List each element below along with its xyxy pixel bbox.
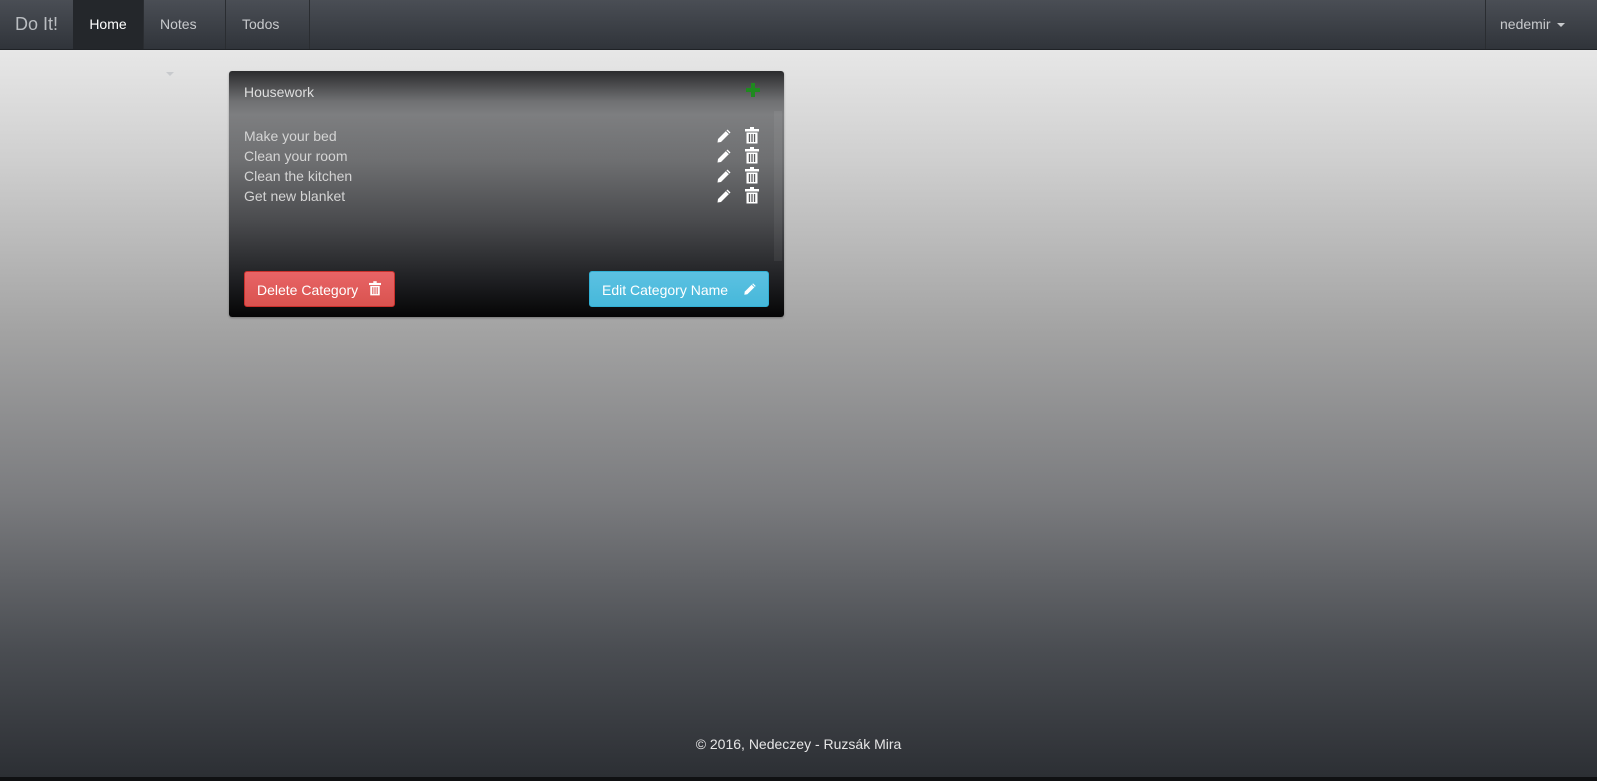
todo-item: Clean the kitchen <box>244 167 759 187</box>
todo-item: Make your bed <box>244 127 759 147</box>
caret-down-icon <box>166 72 174 77</box>
nav-home[interactable]: Home <box>73 0 143 49</box>
category-panel: Housework Make your bed Clean your room … <box>229 71 784 317</box>
todo-text: Clean the kitchen <box>244 168 353 184</box>
trash-icon[interactable] <box>745 167 759 184</box>
trash-icon[interactable] <box>745 127 759 144</box>
todo-list: Make your bed Clean your room Clean the … <box>244 127 759 207</box>
pencil-icon[interactable] <box>716 188 732 204</box>
pencil-icon[interactable] <box>716 148 732 164</box>
trash-icon[interactable] <box>745 147 759 164</box>
pencil-icon[interactable] <box>716 168 732 184</box>
plus-icon[interactable] <box>745 82 761 98</box>
edit-category-name-button[interactable]: Edit Category Name <box>589 271 769 307</box>
delete-category-button[interactable]: Delete Category <box>244 271 395 307</box>
trash-icon <box>369 281 381 296</box>
nav-notes-dropdown[interactable]: Notes <box>143 0 226 77</box>
edit-category-name-label: Edit Category Name <box>602 282 729 298</box>
caret-down-icon <box>1556 23 1565 28</box>
pencil-icon <box>744 283 756 295</box>
nav-notes-label: Notes <box>160 16 197 32</box>
todo-text: Make your bed <box>244 128 337 144</box>
todo-text: Clean your room <box>244 148 348 164</box>
todo-item: Clean your room <box>244 147 759 167</box>
scrollbar[interactable] <box>774 111 782 261</box>
todo-item: Get new blanket <box>244 187 759 207</box>
footer-copyright: © 2016, Nedeczey - Ruzsák Mira <box>695 736 902 752</box>
trash-icon[interactable] <box>745 187 759 204</box>
navbar: Do It! Home Notes Todos nedemir <box>0 0 1597 77</box>
nav-todos-dropdown[interactable]: Todos <box>226 0 310 77</box>
pencil-icon[interactable] <box>716 128 732 144</box>
todo-text: Get new blanket <box>244 188 346 204</box>
delete-category-label: Delete Category <box>257 282 359 298</box>
category-title: Housework <box>244 84 315 100</box>
user-menu-dropdown[interactable]: nedemir <box>1485 0 1584 49</box>
brand-logo[interactable]: Do It! <box>15 14 58 35</box>
user-name: nedemir <box>1500 16 1551 32</box>
bottom-divider <box>0 777 1597 781</box>
nav-todos-label: Todos <box>242 16 280 32</box>
